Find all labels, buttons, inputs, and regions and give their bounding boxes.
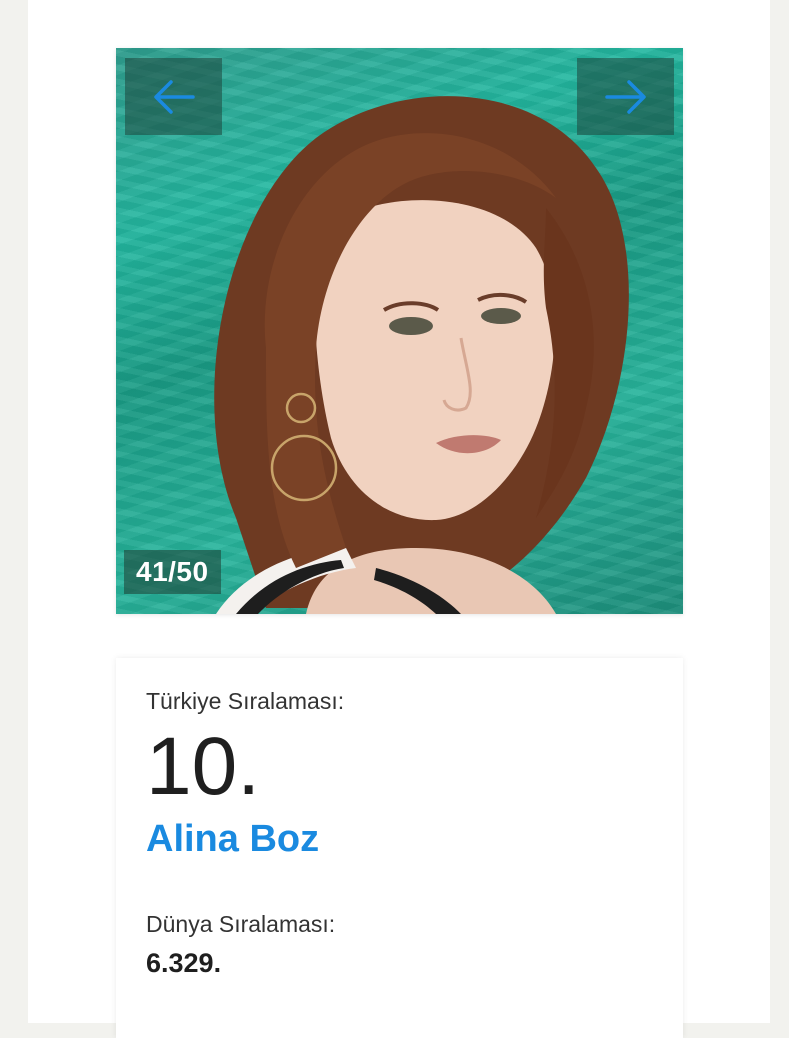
person-name-link[interactable]: Alina Boz: [146, 818, 319, 861]
ranking-card: Türkiye Sıralaması: 10. Alina Boz Dünya …: [116, 658, 683, 1038]
page-container: 41/50 Türkiye Sıralaması: 10. Alina Boz …: [28, 0, 770, 1038]
next-button[interactable]: [577, 58, 674, 135]
photo-counter: 41/50: [124, 550, 221, 594]
turkey-rank-value: 10.: [146, 721, 260, 812]
world-rank-value: 6.329.: [146, 948, 222, 978]
turkey-rank-label: Türkiye Sıralaması:: [146, 688, 345, 714]
previous-button[interactable]: [125, 58, 222, 135]
arrow-left-icon: [153, 79, 195, 114]
photo-gallery[interactable]: 41/50: [116, 48, 683, 614]
arrow-right-icon: [604, 79, 646, 114]
world-rank-label: Dünya Sıralaması:: [146, 911, 336, 937]
